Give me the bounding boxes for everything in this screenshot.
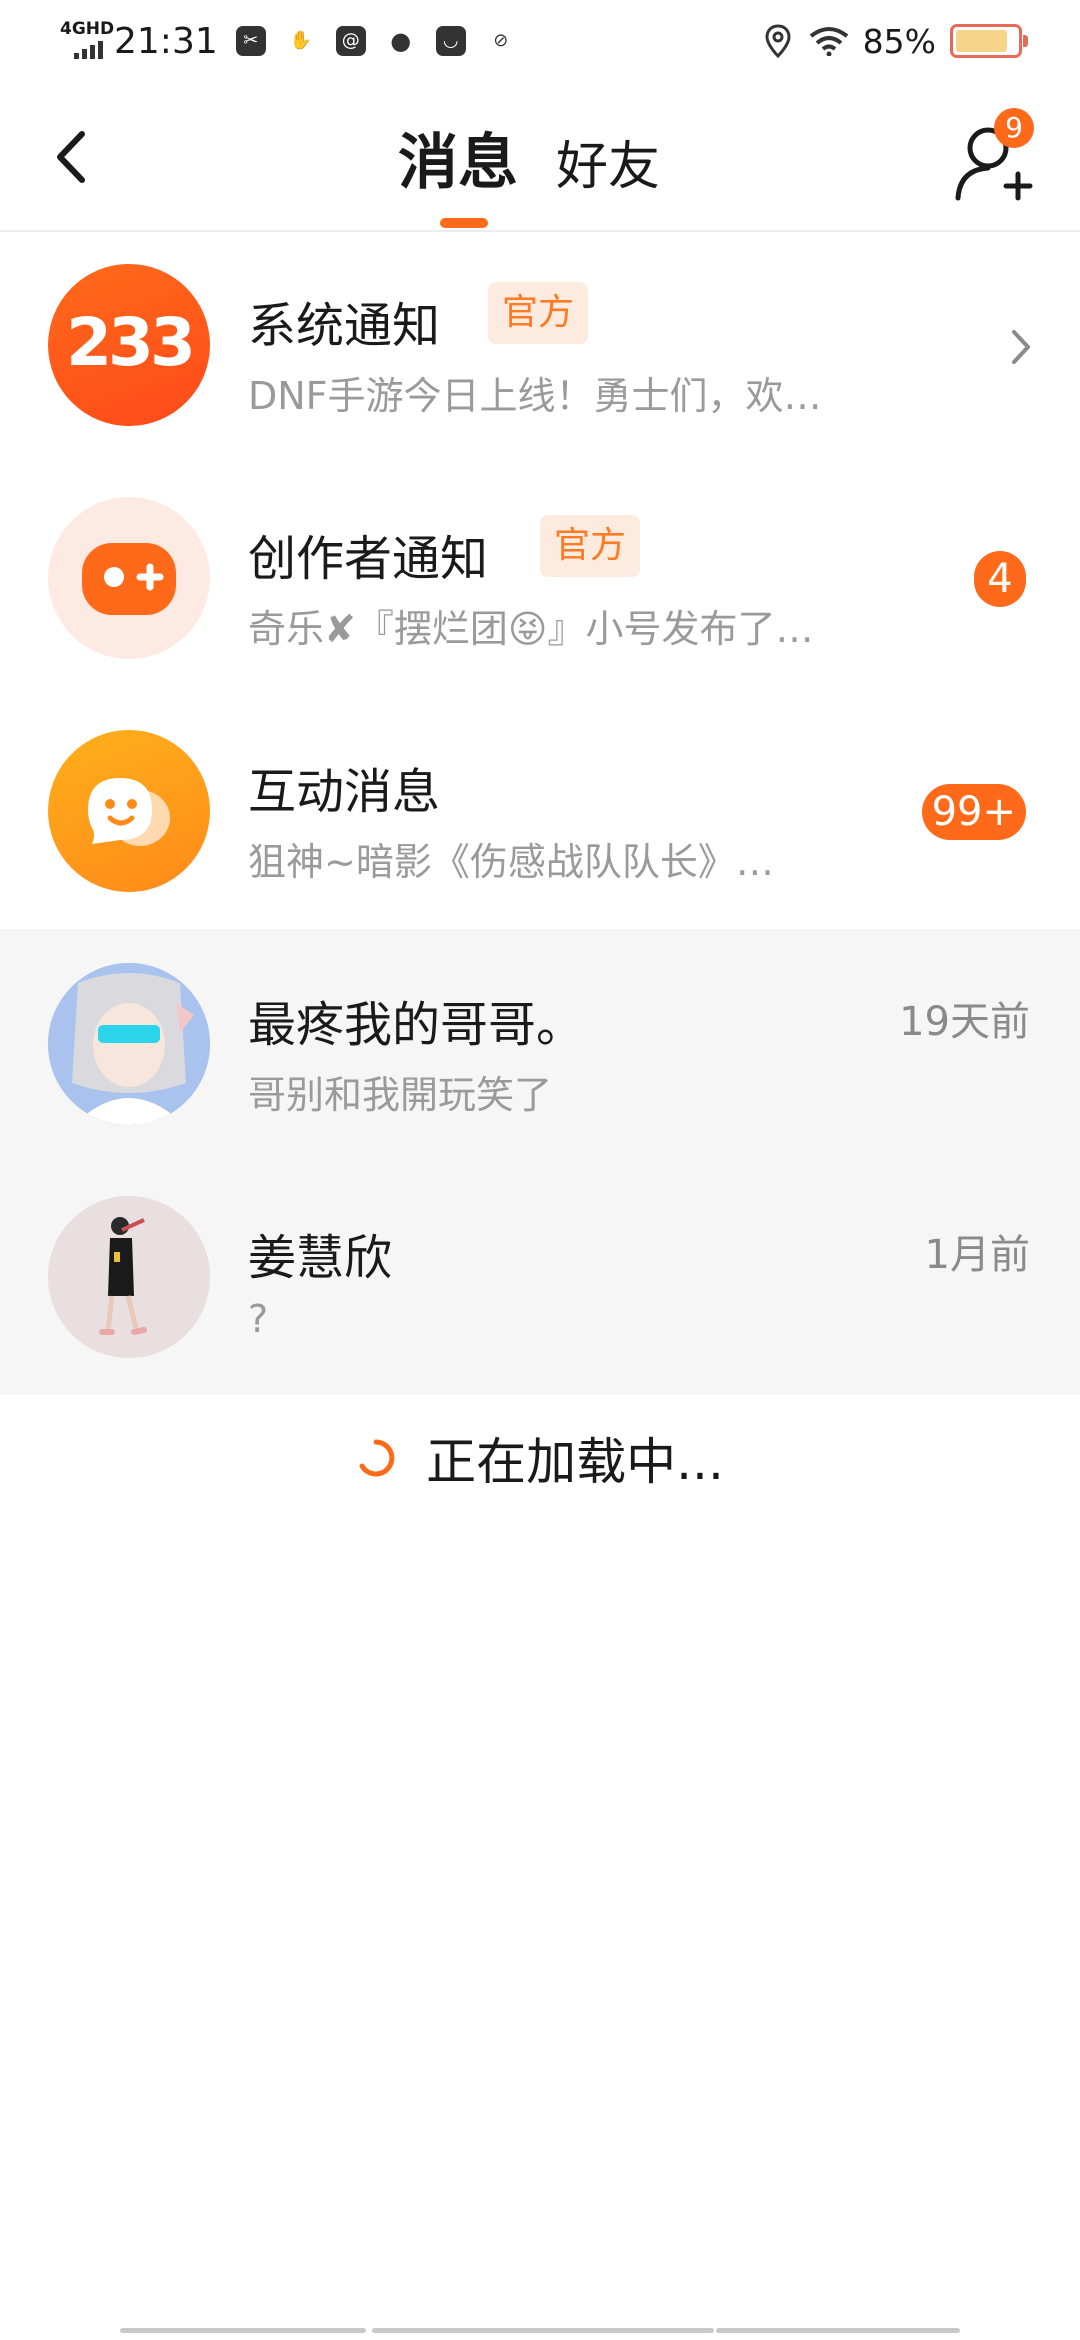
figure-avatar-image — [48, 1196, 210, 1358]
unread-count-badge: 4 — [974, 551, 1026, 607]
chat-preview: 哥别和我開玩笑了 — [248, 1073, 553, 1117]
location-icon — [765, 24, 791, 58]
creator-notification-avatar — [48, 497, 210, 659]
status-right: 85% — [765, 18, 1028, 64]
battery-fill — [956, 30, 1007, 52]
cut-icon: ✂ — [235, 26, 266, 56]
chat-bubble-icon — [88, 778, 170, 846]
row-title: 系统通知 — [248, 298, 441, 354]
chat-time: 1月前 — [924, 1232, 1030, 1278]
row-title: 创作者通知 — [248, 531, 489, 587]
interaction-messages-row[interactable]: 互动消息 狙神~暗影《伤感战队队长》… 99+ — [0, 696, 1080, 929]
wechat-icon: ● — [390, 27, 412, 55]
status-left: 4GHD 21:31 ✂ ✋ @ ● ◡ ⊘ — [60, 16, 516, 66]
chat-name: 姜慧欣 — [248, 1230, 393, 1286]
chevron-right-icon — [1012, 330, 1030, 364]
unread-count-badge: 99+ — [921, 784, 1026, 840]
row-preview: 狙神~暗影《伤感战队队长》… — [248, 840, 774, 884]
interaction-messages-avatar — [48, 730, 210, 892]
loading-indicator: 正在加载中... — [0, 1398, 1080, 1518]
loading-spinner-icon — [359, 1439, 395, 1477]
active-tab-indicator — [440, 218, 488, 228]
bag-icon: ◡ — [435, 26, 466, 56]
top-nav: 消息 好友 9 — [0, 84, 1080, 232]
creator-notification-row[interactable]: 创作者通知 官方 奇乐✘『摆烂团😝』小号发布了… 4 — [0, 463, 1080, 696]
at-icon: @ — [335, 26, 366, 56]
battery-icon — [950, 24, 1028, 58]
signal-icon — [74, 41, 103, 59]
gamepad-icon — [82, 543, 176, 615]
loading-text: 正在加载中... — [426, 1433, 724, 1491]
handshake-icon: ✋ — [289, 30, 312, 51]
chat-row[interactable]: 姜慧欣 1月前 ? — [0, 1162, 1080, 1395]
tab-friends[interactable]: 好友 — [556, 124, 660, 199]
official-tag: 官方 — [488, 282, 589, 344]
user-avatar — [48, 1196, 210, 1358]
leaf-icon: ⊘ — [493, 30, 509, 51]
friend-request-badge: 9 — [994, 108, 1034, 148]
official-tag: 官方 — [540, 515, 641, 577]
system-notification-avatar: 233 — [48, 264, 210, 426]
row-preview: 奇乐✘『摆烂团😝』小号发布了… — [248, 607, 814, 651]
wifi-icon — [809, 27, 848, 56]
gesture-bar-center — [372, 2328, 714, 2333]
system-notification-row[interactable]: 233 系统通知 官方 DNF手游今日上线！勇士们，欢… — [0, 230, 1080, 463]
message-list: 233 系统通知 官方 DNF手游今日上线！勇士们，欢… 创作者通知 官方 奇乐… — [0, 230, 1080, 1395]
anime-avatar-image — [48, 963, 210, 1125]
network-indicator: 4GHD — [60, 19, 114, 63]
chat-row[interactable]: 最疼我的哥哥。 19天前 哥别和我開玩笑了 — [0, 929, 1080, 1162]
gesture-bar-right — [716, 2328, 960, 2333]
battery-percent: 85% — [862, 21, 936, 61]
chat-time: 19天前 — [899, 999, 1030, 1045]
tab-messages[interactable]: 消息 — [398, 114, 518, 201]
status-bar: 4GHD 21:31 ✂ ✋ @ ● ◡ ⊘ 85% — [0, 0, 1080, 84]
gesture-bar-left — [120, 2328, 366, 2333]
battery-tip — [1023, 35, 1028, 47]
back-button[interactable] — [44, 122, 104, 192]
row-title: 互动消息 — [248, 764, 441, 820]
clock: 21:31 — [114, 20, 218, 62]
chat-preview: ? — [248, 1297, 269, 1341]
user-avatar — [48, 963, 210, 1125]
row-preview: DNF手游今日上线！勇士们，欢… — [248, 374, 822, 418]
chat-name: 最疼我的哥哥。 — [248, 997, 585, 1053]
avatar-233-logo: 233 — [66, 304, 196, 381]
notification-icons: ✂ ✋ @ ● ◡ ⊘ — [235, 26, 516, 56]
network-label: 4GHD — [60, 19, 115, 39]
